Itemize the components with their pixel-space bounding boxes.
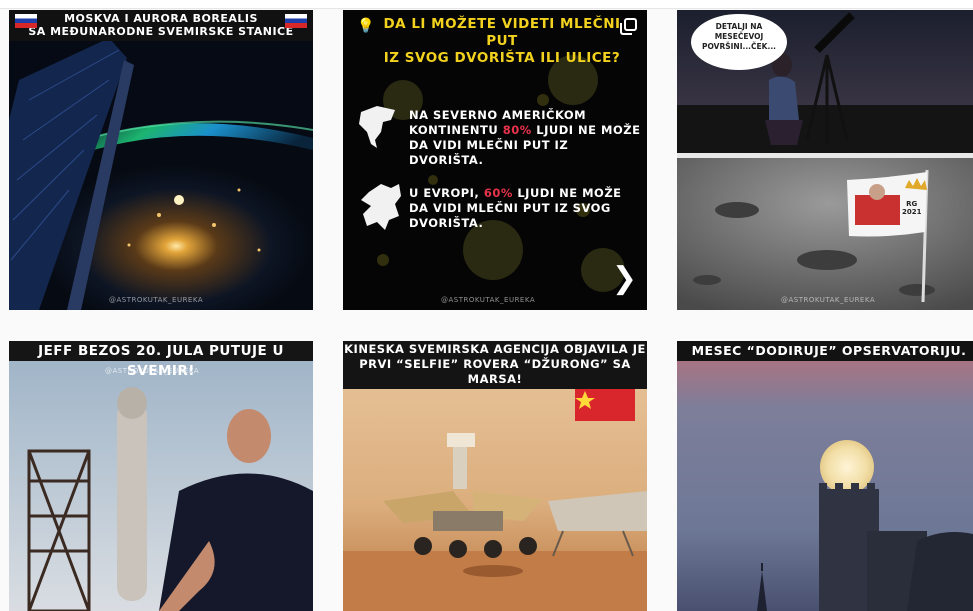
watermark: @ASTROKUTAK_EUREKA [781, 296, 876, 304]
page-top-border [0, 0, 973, 9]
flag-label: RG 2021 [902, 200, 922, 216]
post-caption: KINESKA SVEMIRSKA AGENCIJA OBJAVILA JE P… [343, 341, 647, 389]
post-iss-moscow-aurora[interactable]: MOSKVA I AURORA BOREALIS SA MEĐUNARODNE … [9, 10, 313, 310]
fact-north-america: NA SEVERNO AMERIČKOM KONTINENTU 80% LJUD… [409, 108, 641, 167]
watermark: @ASTROKUTAK_EUREKA [109, 296, 204, 304]
post-telescope-moon-meme[interactable]: DETALJI NA MESEČEVOJ POVRŠINI...ČEK... R… [677, 10, 973, 310]
moon-observatory-image [677, 341, 973, 611]
fact-europe: U EVROPI, 60% LJUDI NE MOŽE DA VIDI MLEČ… [409, 186, 622, 230]
speech-bubble: DETALJI NA MESEČEVOJ POVRŠINI...ČEK... [691, 14, 787, 70]
post-milky-way-infographic[interactable]: 💡 DA LI MOŽETE VIDETI MLEČNI PUT IZ SVOG… [343, 10, 647, 310]
europe-icon [361, 184, 401, 230]
watermark: @ASTROKUTAK_EUREKA [441, 296, 536, 304]
multi-image-icon [620, 18, 637, 35]
russia-flag-icon [285, 14, 307, 28]
carousel-next-arrow-icon[interactable]: ❯ [612, 264, 637, 294]
profile-post-grid: MOSKVA I AURORA BOREALIS SA MEĐUNARODNE … [9, 10, 973, 611]
russia-flag-icon [15, 14, 37, 28]
post-title: DA LI MOŽETE VIDETI MLEČNI PUT IZ SVOG D… [383, 16, 621, 66]
post-caption: MOSKVA I AURORA BOREALIS SA MEĐUNARODNE … [9, 10, 313, 41]
iss-earth-night-image [9, 10, 313, 310]
bezos-rocket-image [9, 341, 313, 611]
north-america-icon [359, 106, 395, 148]
post-jeff-bezos[interactable]: JEFF BEZOS 20. JULA PUTUJE U SVEMIR! @AS… [9, 341, 313, 611]
post-caption: JEFF BEZOS 20. JULA PUTUJE U SVEMIR! [9, 341, 313, 379]
post-moon-observatory[interactable]: MESEC “DODIRUJE” OPSERVATORIJU. [677, 341, 973, 611]
watermark: @ASTROKUTAK_EUREKA [105, 367, 200, 375]
lightbulb-icon: 💡 [357, 18, 375, 34]
post-caption: MESEC “DODIRUJE” OPSERVATORIJU. [677, 341, 973, 361]
post-zhurong-rover[interactable]: KINESKA SVEMIRSKA AGENCIJA OBJAVILA JE P… [343, 341, 647, 611]
